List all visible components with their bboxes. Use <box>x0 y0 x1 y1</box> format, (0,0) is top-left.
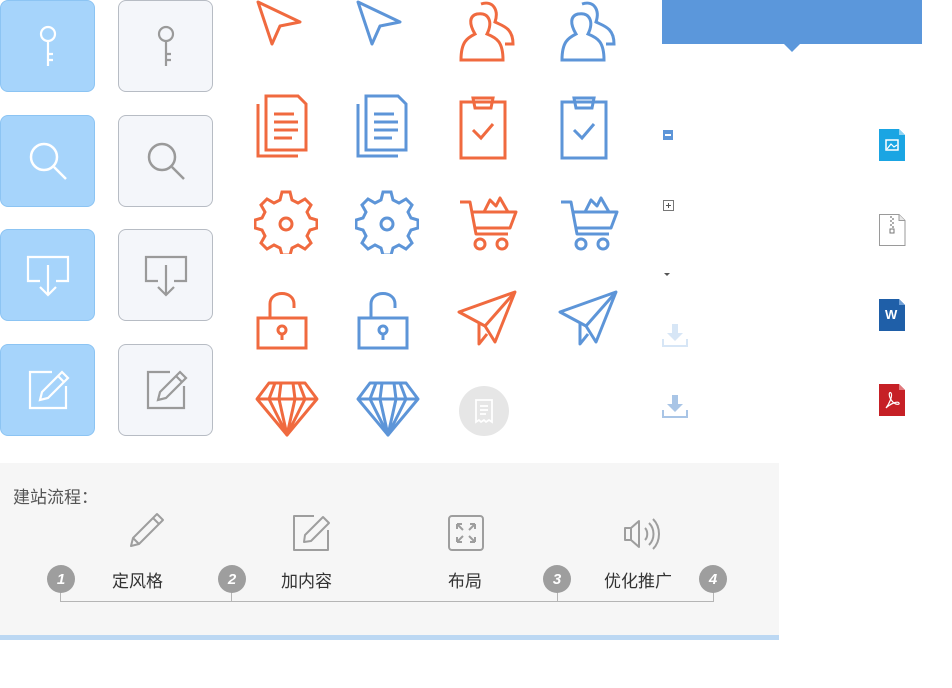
flow-bottom-bar <box>0 635 779 640</box>
step-number-3: 3 <box>543 565 571 593</box>
expand-icon[interactable] <box>663 200 674 211</box>
edit-tile-gray[interactable] <box>118 344 213 436</box>
download-tile-gray[interactable] <box>118 229 213 321</box>
edit-icon <box>28 370 70 410</box>
search-tile-gray[interactable] <box>118 115 213 207</box>
step-number-1: 1 <box>47 565 75 593</box>
step-label-content: 加内容 <box>281 572 332 592</box>
step-number-2: 2 <box>218 565 246 593</box>
step-label-style: 定风格 <box>112 572 163 592</box>
step-number-4: 4 <box>699 565 727 593</box>
unlock-icon[interactable] <box>351 286 415 352</box>
cart-icon[interactable] <box>456 190 520 256</box>
users-icon[interactable] <box>455 0 519 66</box>
flow-connector-line <box>60 601 713 602</box>
clipboard-check-icon[interactable] <box>552 94 616 160</box>
word-file-icon[interactable]: W <box>879 299 907 331</box>
edit-tile-blue[interactable] <box>0 344 95 436</box>
clipboard-check-icon[interactable] <box>451 94 515 160</box>
edit-box-icon <box>290 512 332 554</box>
download-tray-icon <box>144 255 187 297</box>
unlock-icon[interactable] <box>250 286 314 352</box>
cursor-icon[interactable] <box>250 0 314 66</box>
diamond-icon[interactable] <box>255 377 319 443</box>
search-icon <box>29 142 67 180</box>
paper-plane-icon[interactable] <box>455 286 519 352</box>
cursor-icon[interactable] <box>350 0 414 66</box>
download-tray-icon <box>26 255 69 297</box>
search-icon <box>147 142 185 180</box>
paper-plane-icon[interactable] <box>556 286 620 352</box>
edit-icon <box>146 370 188 410</box>
flow-title: 建站流程： <box>13 488 98 508</box>
document-icon[interactable] <box>250 92 314 158</box>
zip-file-icon[interactable] <box>879 214 907 246</box>
expand-arrows-icon <box>445 512 487 554</box>
caret-down-icon[interactable] <box>664 273 670 276</box>
users-icon[interactable] <box>556 0 620 66</box>
gear-icon[interactable] <box>253 188 319 257</box>
document-icon[interactable] <box>350 92 414 158</box>
download-light-icon[interactable] <box>662 322 688 348</box>
word-file-label: W <box>885 307 898 322</box>
key-icon <box>157 25 174 66</box>
key-tile-blue[interactable] <box>0 0 95 92</box>
image-file-icon[interactable] <box>879 129 907 161</box>
receipt-icon[interactable] <box>459 386 509 436</box>
key-icon <box>39 25 56 66</box>
pdf-file-icon[interactable] <box>879 384 907 416</box>
banner-arrow <box>784 44 800 52</box>
blue-banner <box>662 0 922 44</box>
pencil-icon <box>125 510 167 552</box>
key-tile-gray[interactable] <box>118 0 213 92</box>
gear-icon[interactable] <box>354 188 420 257</box>
download-tile-blue[interactable] <box>0 229 95 321</box>
search-tile-blue[interactable] <box>0 115 95 207</box>
build-flow-panel: 建站流程： 1 2 3 4 定风格 加内容 布局 优化推广 <box>0 463 779 640</box>
step-label-promote: 优化推广 <box>604 572 672 592</box>
cart-icon[interactable] <box>557 190 621 256</box>
step-label-layout: 布局 <box>448 572 482 592</box>
download-icon[interactable] <box>662 393 688 419</box>
speaker-icon <box>621 513 663 555</box>
collapse-icon[interactable] <box>663 130 673 140</box>
diamond-icon[interactable] <box>356 377 420 443</box>
